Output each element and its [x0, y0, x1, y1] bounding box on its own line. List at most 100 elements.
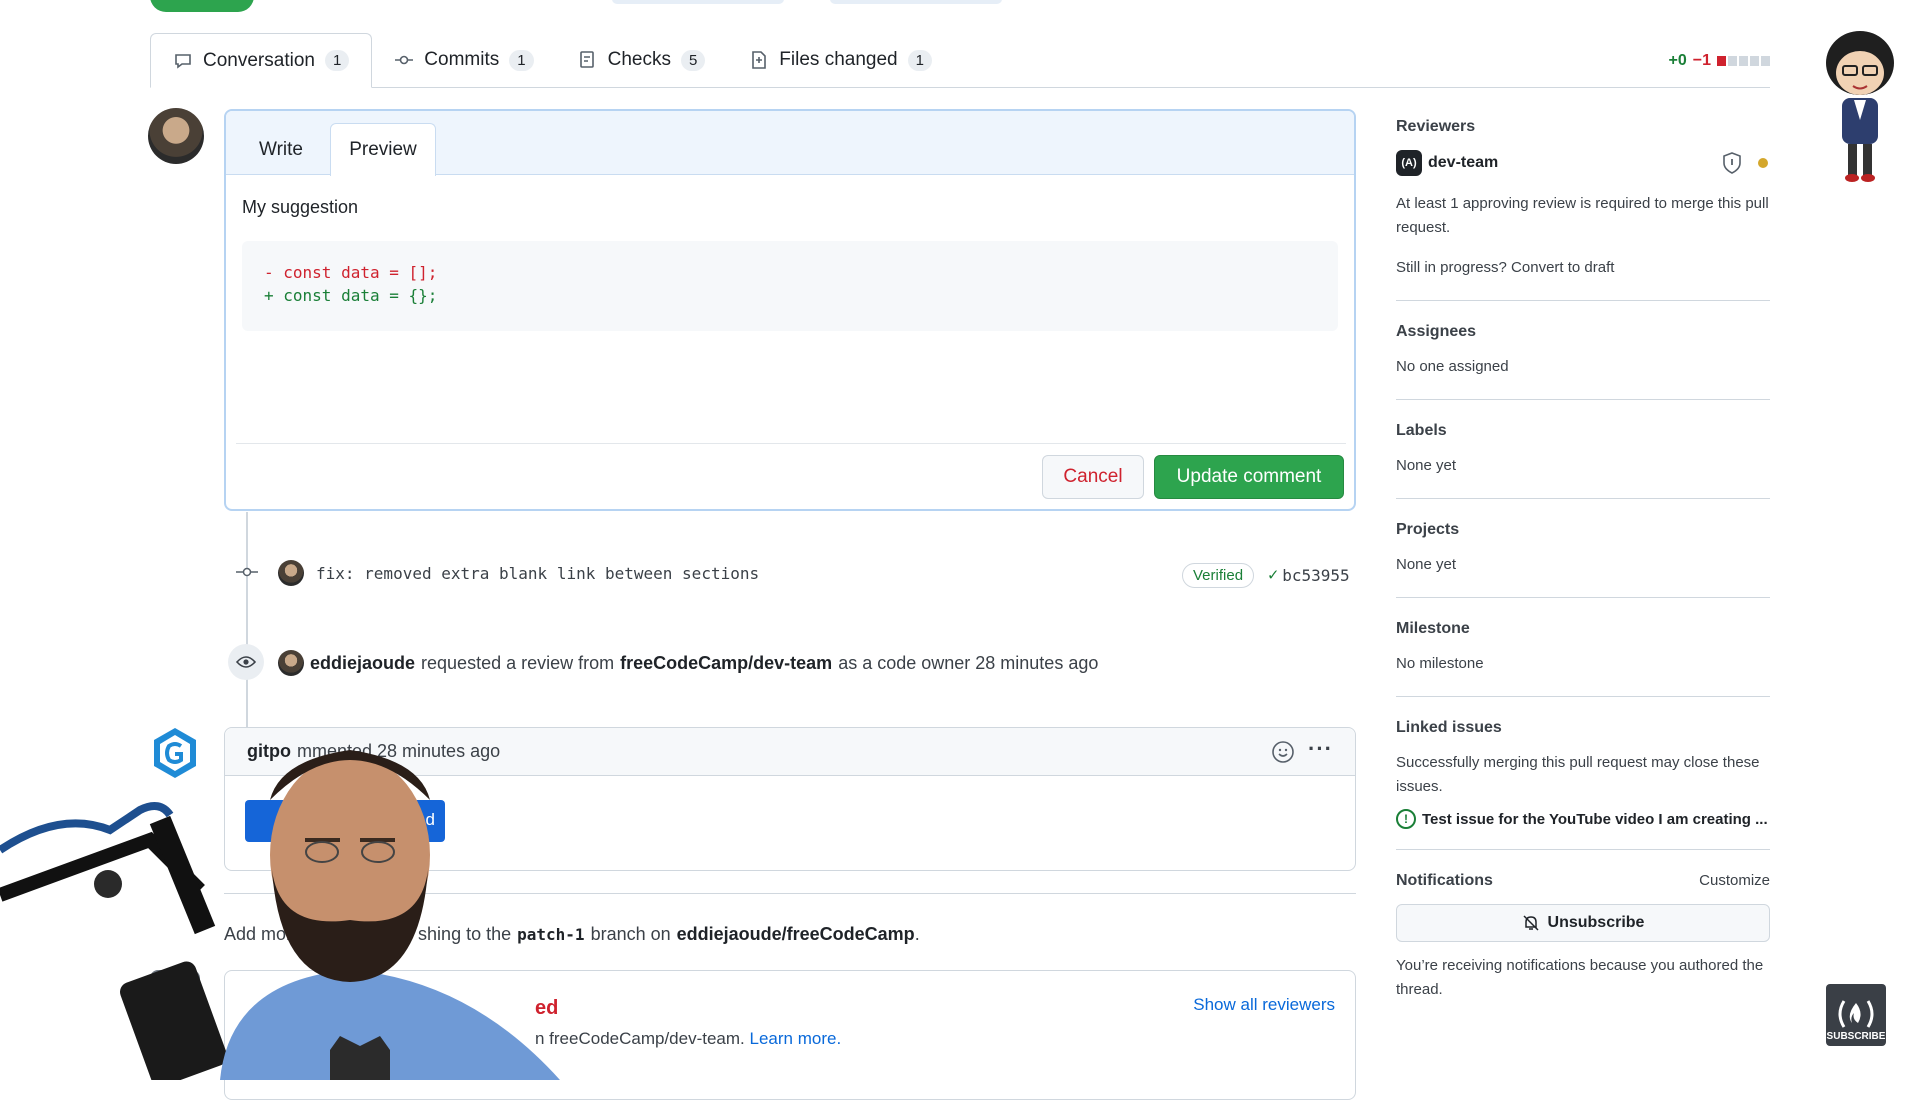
- webcam-overlay-image: [0, 750, 560, 1080]
- learn-more-link[interactable]: Learn more.: [750, 1029, 842, 1048]
- avatar[interactable]: [148, 108, 204, 164]
- subscribe-label: SUBSCRIBE: [1826, 1031, 1886, 1042]
- tab-files-changed[interactable]: Files changed 1: [727, 33, 954, 87]
- cancel-button[interactable]: Cancel: [1042, 455, 1144, 499]
- diffstat: +0 −1: [1669, 52, 1770, 70]
- comment-editor: Write Preview My suggestion - const data…: [224, 109, 1356, 511]
- sidebar-reviewers: Reviewers (A) dev-team At least 1 approv…: [1396, 118, 1770, 301]
- notifications-note: You’re receiving notifications because y…: [1396, 957, 1764, 998]
- tab-label: Commits: [424, 49, 500, 70]
- tab-label: Conversation: [203, 49, 315, 71]
- sidebar-heading[interactable]: Linked issues: [1396, 719, 1770, 737]
- sidebar-notifications: Notifications Customize Unsubscribe You’…: [1396, 872, 1770, 1002]
- tab-counter: 1: [509, 49, 534, 71]
- timeline-line: [246, 512, 248, 732]
- review-request-event: eddiejaoude requested a review from free…: [278, 650, 1098, 676]
- editor-tabs: Write Preview: [226, 111, 1354, 176]
- show-all-reviewers-link[interactable]: Show all reviewers: [1193, 995, 1335, 1015]
- notifications-header: Notifications Customize: [1396, 872, 1770, 890]
- diff-removed: −1: [1692, 52, 1711, 69]
- divider: [236, 443, 1346, 444]
- suggestion-code-block: - const data = []; + const data = {};: [242, 241, 1338, 331]
- sidebar-heading[interactable]: Reviewers: [1396, 118, 1770, 136]
- avatar[interactable]: [278, 560, 304, 586]
- sidebar-projects: Projects None yet: [1396, 521, 1770, 598]
- tab-checks[interactable]: Checks 5: [556, 33, 728, 87]
- commit-sha[interactable]: ✓ bc53955: [1268, 565, 1350, 585]
- tab-write[interactable]: Write: [236, 123, 326, 176]
- sidebar-heading[interactable]: Assignees: [1396, 323, 1770, 341]
- hint-text: .: [914, 924, 920, 944]
- bell-slash-icon: [1523, 915, 1539, 931]
- merge-status-badge: [150, 0, 254, 12]
- commit-icon: [395, 55, 414, 65]
- shield-icon: [1723, 152, 1741, 174]
- event-team[interactable]: freeCodeCamp/dev-team: [620, 653, 832, 674]
- unsubscribe-button[interactable]: Unsubscribe: [1396, 904, 1770, 942]
- comment-icon: [175, 53, 191, 69]
- tab-conversation[interactable]: Conversation 1: [150, 33, 373, 88]
- code-line-removed: - const data = [];: [264, 263, 438, 282]
- sidebar-value: None yet: [1396, 556, 1457, 573]
- event-text: as a code owner 28 minutes ago: [838, 652, 1099, 673]
- review-required-text: n freeCodeCamp/dev-team. Learn more.: [535, 1029, 841, 1049]
- code-line-added: + const data = {};: [264, 286, 438, 305]
- subscribe-badge[interactable]: SUBSCRIBE: [1826, 984, 1886, 1046]
- suggestion-text: My suggestion: [242, 197, 359, 217]
- sidebar-value: Successfully merging this pull request m…: [1396, 754, 1760, 795]
- freecodecamp-logo-icon: [1838, 1000, 1874, 1028]
- sidebar-linked-issues: Linked issues Successfully merging this …: [1396, 719, 1770, 850]
- file-diff-icon: [752, 51, 767, 69]
- tab-label: Checks: [607, 49, 671, 70]
- diff-blocks: [1717, 56, 1770, 66]
- unsubscribe-label: Unsubscribe: [1547, 914, 1645, 931]
- checklist-icon: [579, 51, 594, 68]
- sidebar-assignees: Assignees No one assigned: [1396, 323, 1770, 400]
- convert-to-draft-link[interactable]: Still in progress? Convert to draft: [1396, 256, 1770, 280]
- branch-pill: [830, 0, 1002, 4]
- commit-sha-text[interactable]: bc53955: [1282, 566, 1349, 585]
- commit-message[interactable]: fix: removed extra blank link between se…: [316, 564, 759, 583]
- sidebar-heading: Notifications: [1396, 872, 1493, 889]
- team-avatar-icon: (A): [1396, 150, 1422, 176]
- pr-tabs: Conversation 1 Commits 1 Checks 5 Files …: [150, 33, 1770, 88]
- linked-issue-title[interactable]: Test issue for the YouTube video I am cr…: [1422, 811, 1768, 828]
- event-text: requested a review from: [421, 652, 615, 673]
- commit-icon: [236, 567, 258, 577]
- sidebar-heading[interactable]: Milestone: [1396, 620, 1770, 638]
- sidebar-value: None yet: [1396, 457, 1457, 474]
- sidebar-heading[interactable]: Labels: [1396, 422, 1770, 440]
- commit-row: fix: removed extra blank link between se…: [278, 560, 759, 586]
- tab-counter: 5: [680, 49, 706, 71]
- branch-pill: [612, 0, 784, 4]
- issue-open-icon: !: [1396, 809, 1416, 829]
- reviewer-name[interactable]: dev-team: [1428, 154, 1498, 172]
- pending-status-dot: [1758, 158, 1768, 168]
- smiley-icon[interactable]: [1271, 740, 1295, 764]
- cartoon-mascot-image: [1826, 31, 1894, 182]
- pr-sidebar: Reviewers (A) dev-team At least 1 approv…: [1396, 118, 1770, 1002]
- tab-label: Files changed: [779, 49, 898, 70]
- check-icon: ✓: [1268, 565, 1279, 585]
- tab-commits[interactable]: Commits 1: [372, 33, 555, 87]
- sidebar-milestone: Milestone No milestone: [1396, 620, 1770, 697]
- review-requested-badge: [228, 644, 264, 680]
- update-comment-button[interactable]: Update comment: [1154, 455, 1344, 499]
- tab-preview[interactable]: Preview: [330, 123, 436, 176]
- hint-text: branch on: [590, 924, 671, 944]
- verified-badge[interactable]: Verified: [1182, 563, 1255, 588]
- sidebar-labels: Labels None yet: [1396, 422, 1770, 499]
- eye-icon: [236, 656, 256, 668]
- tab-counter: 1: [324, 50, 350, 71]
- more-options-icon[interactable]: ···: [1308, 736, 1333, 762]
- avatar[interactable]: [278, 650, 304, 676]
- repo-name[interactable]: eddiejaoude/freeCodeCamp: [677, 924, 915, 945]
- linked-issue-item[interactable]: ! Test issue for the YouTube video I am …: [1396, 809, 1770, 829]
- customize-link[interactable]: Customize: [1699, 872, 1770, 890]
- sidebar-heading[interactable]: Projects: [1396, 521, 1770, 539]
- tab-counter: 1: [907, 49, 932, 71]
- event-user[interactable]: eddiejaoude: [310, 653, 415, 674]
- sidebar-value: No one assigned: [1396, 358, 1509, 375]
- sidebar-value: No milestone: [1396, 655, 1484, 672]
- reviewer-item[interactable]: (A) dev-team: [1396, 150, 1770, 176]
